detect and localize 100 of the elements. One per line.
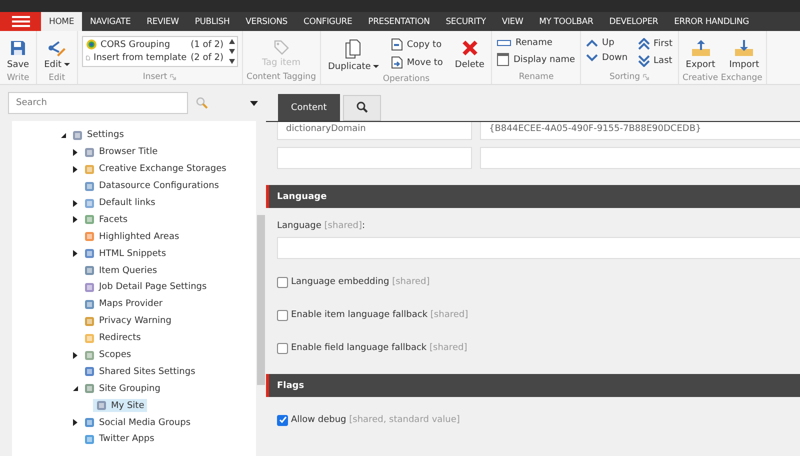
ribbon-button[interactable]: First [636, 37, 674, 51]
item-icon [84, 366, 95, 378]
item-icon [84, 198, 95, 208]
collapsed-arrow-icon[interactable] [73, 166, 78, 173]
tree-item[interactable]: Facets [81, 213, 131, 226]
item-icon [84, 383, 95, 394]
collapsed-arrow-icon[interactable] [73, 352, 78, 359]
ribbon-tab[interactable]: CONFIGURE [296, 12, 360, 31]
group-label: Write [6, 73, 30, 83]
item-icon [84, 417, 95, 428]
cross-icon [460, 39, 479, 57]
ribbon-tab[interactable]: REVIEW [138, 12, 187, 31]
tree-item[interactable]: Settings [69, 128, 127, 142]
collapsed-arrow-icon[interactable] [73, 200, 78, 206]
ribbon-button[interactable]: Duplicate [324, 37, 382, 74]
item-icon [72, 130, 83, 141]
language-field[interactable] [277, 237, 800, 259]
group-label: Creative Exchange [682, 73, 762, 83]
ribbon-tab[interactable]: NAVIGATE [82, 12, 139, 31]
tree-item[interactable]: Item Queries [81, 264, 160, 278]
tree-item[interactable]: Scopes [81, 348, 134, 362]
checkbox-label: Enable item language fallback [shared] [291, 310, 468, 320]
ribbon-button[interactable]: Copy to [390, 37, 444, 52]
scroll-down-icon[interactable] [228, 48, 235, 54]
ribbon-button[interactable]: Export [682, 37, 718, 72]
field-label: Language [shared]: [277, 221, 366, 231]
checkbox[interactable] [277, 276, 288, 288]
ribbon-tab[interactable]: PUBLISH [186, 12, 238, 31]
ribbon-tab[interactable]: DEVELOPER [601, 12, 666, 31]
ribbon-button[interactable]: Up [585, 37, 629, 49]
tree-item[interactable]: Twitter Apps [81, 432, 158, 446]
ribbon-tab[interactable]: SECURITY [438, 12, 494, 31]
collapsed-arrow-icon[interactable] [73, 216, 78, 224]
checkbox[interactable] [277, 310, 288, 320]
tree-item[interactable]: Maps Provider [81, 298, 166, 311]
item-icon [84, 146, 95, 158]
tree-item[interactable]: Creative Exchange Storages [81, 162, 230, 176]
tree-item[interactable]: Browser Title [81, 146, 161, 159]
group-label: Content Tagging [246, 72, 316, 82]
tree-item[interactable]: Site Grouping [81, 382, 164, 396]
item-icon [84, 332, 95, 344]
item-icon [84, 350, 95, 361]
scroll-up-icon[interactable] [228, 39, 235, 44]
upload-tray-icon [690, 39, 710, 57]
double-chevron-up-icon [638, 38, 650, 50]
insert-option[interactable]: Insert from template (2 of 2) [86, 52, 224, 64]
ribbon-button[interactable]: Display name [496, 52, 576, 67]
tree-item[interactable]: Redirects [81, 332, 144, 345]
tree-item[interactable]: Job Detail Page Settings [81, 280, 210, 294]
ribbon-tab[interactable]: ERROR HANDLING [666, 12, 758, 31]
ribbon-tab[interactable]: MY TOOLBAR [531, 12, 602, 31]
collapsed-arrow-icon[interactable] [73, 419, 78, 426]
ribbon-tab[interactable]: PRESENTATION [360, 12, 438, 31]
group-label: Operations [382, 74, 430, 84]
tree-item[interactable]: Highlighted Areas [81, 230, 182, 244]
search-icon [356, 100, 368, 112]
value-field[interactable] [480, 147, 800, 169]
collapsed-arrow-icon[interactable] [73, 148, 78, 156]
value-field[interactable]: {B844ECEE-4A05-490F-9155-7B88E90DCEDB} [480, 122, 800, 140]
key-field[interactable]: dictionaryDomain [277, 122, 472, 140]
chevron-up-icon [586, 39, 598, 47]
key-field[interactable] [277, 147, 472, 169]
menu-button[interactable] [0, 12, 41, 31]
item-icon [84, 265, 95, 276]
dropdown-caret-icon[interactable] [250, 100, 258, 106]
tree-item[interactable]: HTML Snippets [81, 247, 170, 260]
ribbon-button[interactable]: Last [636, 54, 674, 68]
ribbon-button[interactable]: Save [4, 37, 32, 72]
collapsed-arrow-icon[interactable] [73, 250, 78, 258]
section-header[interactable]: Language [266, 185, 800, 208]
checkbox[interactable] [277, 342, 288, 354]
tree-item[interactable]: Privacy Warning [81, 314, 174, 328]
ribbon-tab[interactable]: HOME [41, 12, 82, 31]
ribbon-tab[interactable]: VIEW [494, 12, 532, 31]
scrollbar[interactable] [256, 121, 266, 456]
group-label: Rename [518, 72, 554, 82]
section-header[interactable]: Flags [266, 374, 800, 397]
editor-tab[interactable]: Content [278, 94, 340, 121]
ribbon-button[interactable]: Down [585, 52, 629, 64]
ribbon-button[interactable]: Move to [390, 55, 444, 70]
tree-item[interactable]: My Site [93, 399, 148, 412]
ribbon-button[interactable]: Edit [41, 37, 73, 72]
checkbox[interactable] [277, 414, 288, 426]
tag-icon [273, 39, 290, 55]
ribbon-tab[interactable]: VERSIONS [238, 12, 296, 31]
ribbon-button[interactable]: Delete [452, 37, 488, 72]
expand-icon[interactable] [228, 58, 235, 64]
tree-item[interactable]: Datasource Configurations [81, 180, 222, 193]
expanded-arrow-icon[interactable] [73, 385, 78, 392]
ribbon-button[interactable]: Rename [496, 37, 576, 49]
insert-option[interactable]: CORS Grouping (1 of 2) [86, 39, 224, 50]
group-label: Insert [142, 72, 168, 82]
expanded-arrow-icon[interactable] [61, 132, 66, 139]
search-field[interactable]: Search [8, 92, 188, 114]
search-tab[interactable] [342, 95, 381, 121]
tree-item[interactable]: Default links [81, 196, 158, 210]
tree-item[interactable]: Social Media Groups [81, 416, 194, 430]
ribbon-button[interactable]: Import [726, 37, 762, 72]
item-icon [84, 316, 95, 327]
tree-item[interactable]: Shared Sites Settings [81, 365, 198, 378]
